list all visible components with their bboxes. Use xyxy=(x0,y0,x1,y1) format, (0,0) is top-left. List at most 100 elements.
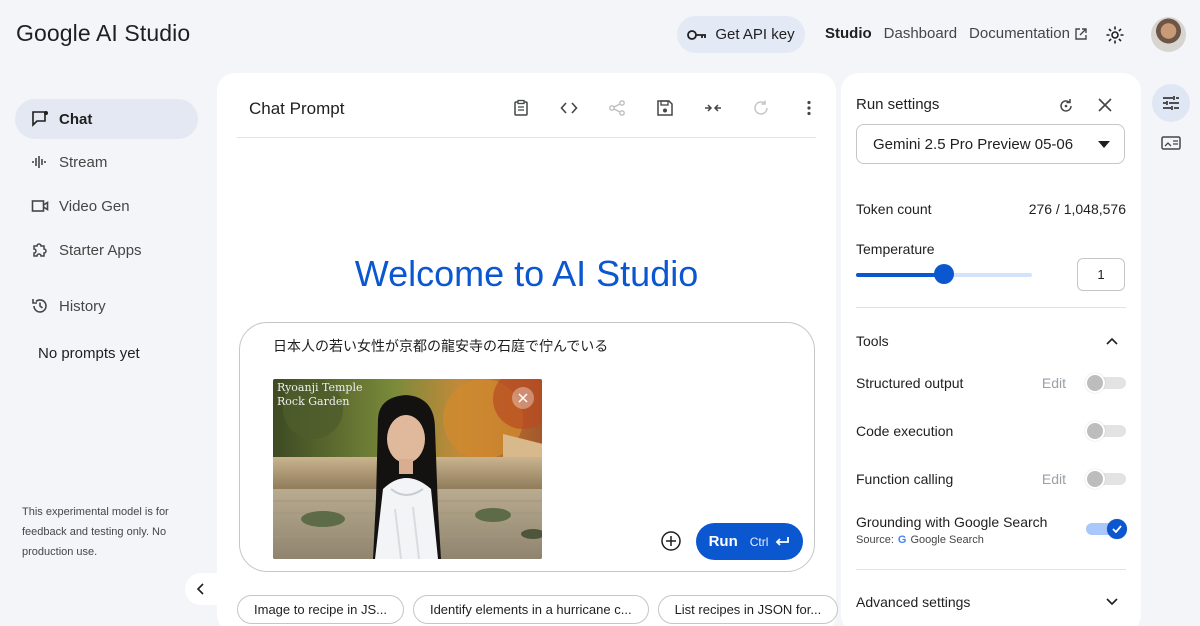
chevron-left-icon xyxy=(196,583,206,595)
compare-icon[interactable] xyxy=(689,99,737,117)
prompt-input-box[interactable]: 日本人の若い女性が京都の龍安寺の石庭で佇んでいる Ryoanji Temple … xyxy=(239,322,815,572)
reset-settings-icon[interactable] xyxy=(1057,97,1075,115)
chat-toolbar xyxy=(497,99,833,117)
page-title: Chat Prompt xyxy=(249,99,345,118)
temperature-label: Temperature xyxy=(856,241,935,257)
structured-output-edit-link[interactable]: Edit xyxy=(1042,375,1066,391)
welcome-heading: Welcome to AI Studio xyxy=(354,253,699,294)
history-icon xyxy=(31,297,49,315)
toggle-knob xyxy=(1085,469,1105,489)
slider-fill xyxy=(856,273,944,277)
tools-header[interactable]: Tools xyxy=(856,333,1126,349)
sidebar-item-chat[interactable]: Chat xyxy=(15,99,198,139)
advanced-settings-header[interactable]: Advanced settings xyxy=(856,594,1126,610)
video-icon xyxy=(31,197,49,215)
token-count-value: 276 / 1,048,576 xyxy=(1028,201,1126,217)
external-link-icon xyxy=(1074,27,1088,41)
share-icon[interactable] xyxy=(593,99,641,117)
toggle-knob xyxy=(1107,519,1127,539)
run-button[interactable]: Run Ctrl xyxy=(696,523,803,560)
plus-circle-icon xyxy=(660,530,682,552)
tool-grounding: Grounding with Google Search xyxy=(856,510,1127,539)
source-label: Source: xyxy=(856,534,894,546)
user-avatar[interactable] xyxy=(1151,17,1186,52)
sidebar-item-label: Stream xyxy=(59,153,108,171)
code-icon[interactable] xyxy=(545,99,593,117)
suggestion-chips: Image to recipe in JS... Identify elemen… xyxy=(237,595,839,624)
chat-icon xyxy=(31,110,49,128)
more-icon[interactable] xyxy=(785,99,833,117)
caret-down-icon xyxy=(1098,140,1110,148)
tool-structured-output: Structured output Edit xyxy=(856,371,1126,395)
source-value: Google Search xyxy=(910,534,984,546)
remove-image-button[interactable] xyxy=(512,387,534,409)
close-settings-icon[interactable] xyxy=(1097,97,1113,113)
suggestion-chip[interactable]: List recipes in JSON for... xyxy=(657,595,839,624)
sidebar-item-label: Video Gen xyxy=(59,197,130,215)
function-calling-edit-link[interactable]: Edit xyxy=(1042,471,1066,487)
prompt-text[interactable]: 日本人の若い女性が京都の龍安寺の石庭で佇んでいる xyxy=(273,336,608,356)
grounding-source: Source: G Google Search xyxy=(856,534,984,546)
chat-panel: Chat Prompt Welcome to AI Studio 日本人の若い女… xyxy=(217,73,839,626)
sidebar: Chat Stream Video Gen Starter Apps Histo… xyxy=(0,0,215,626)
nav-documentation[interactable]: Documentation xyxy=(969,25,1088,42)
get-api-key-button[interactable]: Get API key xyxy=(677,16,805,53)
sidebar-item-label: Starter Apps xyxy=(59,241,142,259)
tools-label: Tools xyxy=(856,333,889,349)
model-select-value: Gemini 2.5 Pro Preview 05-06 xyxy=(873,135,1074,153)
suggestion-chip[interactable]: Identify elements in a hurricane c... xyxy=(412,595,649,624)
history-empty-text: No prompts yet xyxy=(38,345,140,362)
grounding-toggle[interactable] xyxy=(1086,519,1127,539)
top-nav: Studio Dashboard Documentation xyxy=(825,25,1100,42)
chevron-up-icon xyxy=(1106,337,1118,345)
suggestion-chip[interactable]: Image to recipe in JS... xyxy=(237,595,404,624)
sidebar-item-history[interactable]: History xyxy=(15,286,198,326)
tool-code-execution: Code execution xyxy=(856,419,1126,443)
slider-thumb[interactable] xyxy=(934,264,954,284)
tool-label: Structured output xyxy=(856,375,964,391)
clipboard-icon[interactable] xyxy=(497,99,545,117)
tool-label: Grounding with Google Search xyxy=(856,514,1048,530)
sidebar-item-label: Chat xyxy=(59,110,93,128)
settings-gear-icon[interactable] xyxy=(1105,25,1125,45)
run-settings-panel: Run settings Gemini 2.5 Pro Preview 05-0… xyxy=(841,73,1141,626)
run-settings-title: Run settings xyxy=(856,96,940,113)
sidebar-item-stream[interactable]: Stream xyxy=(15,142,198,182)
tune-settings-button[interactable] xyxy=(1152,84,1190,122)
temperature-slider[interactable] xyxy=(856,264,1032,284)
temperature-input[interactable]: 1 xyxy=(1077,258,1125,291)
toggle-knob xyxy=(1085,421,1105,441)
toggle-knob xyxy=(1085,373,1105,393)
image-caption: Ryoanji Temple Rock Garden xyxy=(277,381,363,408)
enter-key-icon xyxy=(774,536,790,548)
add-media-button[interactable] xyxy=(660,530,682,552)
temperature-row: Temperature xyxy=(856,241,1126,257)
nav-dashboard[interactable]: Dashboard xyxy=(884,25,957,42)
section-divider xyxy=(856,569,1126,570)
sidebar-item-video-gen[interactable]: Video Gen xyxy=(15,186,198,226)
structured-output-toggle[interactable] xyxy=(1085,373,1126,393)
media-panel-button[interactable] xyxy=(1152,124,1190,162)
model-disclaimer: This experimental model is for feedback … xyxy=(22,506,169,558)
collapse-sidebar-button[interactable] xyxy=(185,573,217,605)
header-divider xyxy=(237,137,816,138)
code-execution-toggle[interactable] xyxy=(1085,421,1126,441)
model-select[interactable]: Gemini 2.5 Pro Preview 05-06 xyxy=(856,124,1125,164)
function-calling-toggle[interactable] xyxy=(1085,469,1126,489)
nav-studio[interactable]: Studio xyxy=(825,25,872,42)
google-g-icon: G xyxy=(897,534,907,546)
token-count-row: Token count 276 / 1,048,576 xyxy=(856,201,1126,217)
token-count-label: Token count xyxy=(856,201,932,217)
run-shortcut: Ctrl xyxy=(749,534,769,549)
puzzle-icon xyxy=(31,241,49,259)
api-key-label: Get API key xyxy=(715,26,795,43)
image-gallery-icon xyxy=(1161,136,1181,150)
check-icon xyxy=(1112,525,1122,533)
sidebar-item-starter-apps[interactable]: Starter Apps xyxy=(15,230,198,270)
refresh-icon[interactable] xyxy=(737,99,785,117)
stream-icon xyxy=(31,153,49,171)
save-icon[interactable] xyxy=(641,99,689,117)
tool-label: Function calling xyxy=(856,471,954,487)
attached-image: Ryoanji Temple Rock Garden xyxy=(273,379,542,559)
advanced-settings-label: Advanced settings xyxy=(856,594,971,610)
